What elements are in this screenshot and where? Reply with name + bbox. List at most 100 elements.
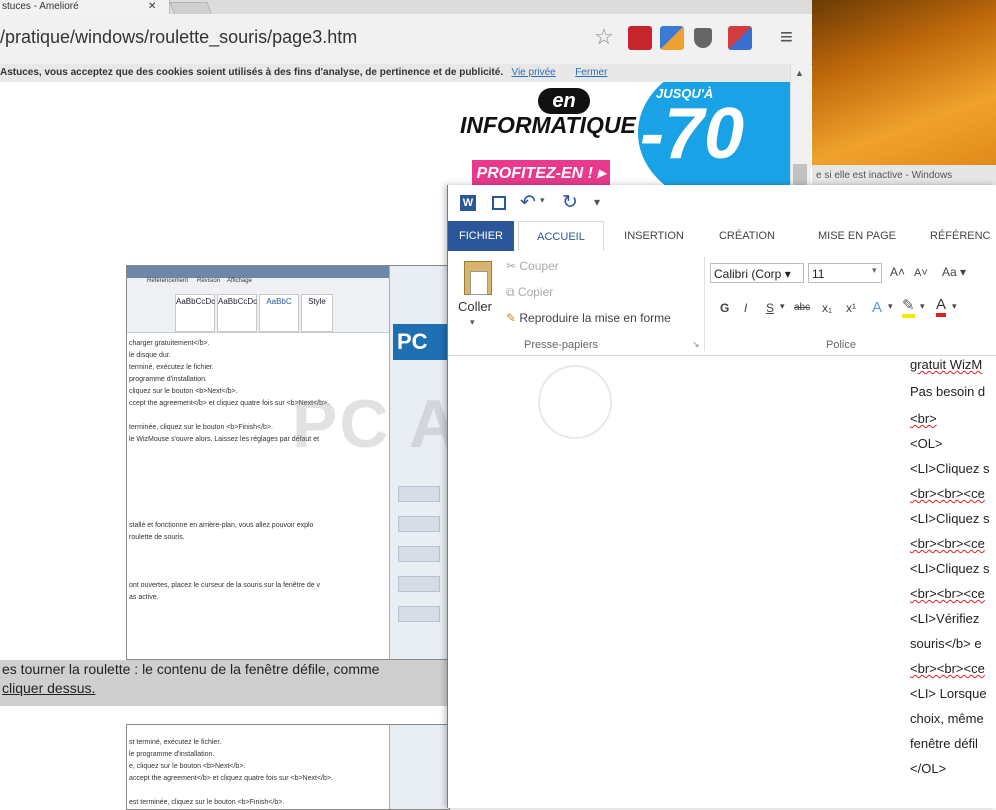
doc-line: charger gratuitement</b>.: [129, 340, 210, 347]
font-size-value: 11: [812, 267, 825, 281]
text-effects-icon[interactable]: A: [872, 299, 882, 316]
style-nospacing: AaBbCcDc: [217, 294, 257, 332]
doc-line[interactable]: </OL>: [910, 761, 946, 776]
doc-line-text: <br><br><ce: [910, 536, 985, 551]
tab-mise-en-page[interactable]: MISE EN PAGE: [812, 221, 902, 251]
screenshot-sidebar: [389, 725, 449, 809]
superscript-button[interactable]: x¹: [846, 301, 856, 315]
subscript-button[interactable]: x₁: [822, 301, 832, 315]
highlight-icon[interactable]: ✎: [902, 298, 915, 318]
shield-icon[interactable]: [694, 28, 712, 48]
grow-font-button[interactable]: A˄: [890, 265, 905, 279]
cut-button[interactable]: ✂ Couper: [506, 259, 559, 273]
italic-button[interactable]: I: [744, 301, 747, 315]
tab-creation[interactable]: CRÉATION: [712, 221, 782, 251]
underline-button[interactable]: S: [766, 301, 774, 315]
extension-colored-icon[interactable]: [728, 26, 752, 50]
doc-line-wizmouse[interactable]: gratuit WizM: [910, 357, 982, 372]
undo-icon[interactable]: ↶: [520, 191, 536, 214]
article-screenshot-2: st terminé, exécutez le fichier. le prog…: [126, 724, 450, 810]
desktop-wallpaper: [812, 0, 996, 165]
doc-line[interactable]: <LI>Cliquez s: [910, 561, 990, 576]
screenshot-tab: Référencement: [147, 278, 189, 284]
advertisement-banner[interactable]: en INFORMATIQUE JUSQU'À -70 PROFITEZ-EN …: [460, 82, 790, 192]
doc-line[interactable]: <br><br><ce: [910, 661, 985, 676]
ad-informatique-text: INFORMATIQUE: [460, 112, 636, 138]
save-icon[interactable]: [492, 196, 506, 210]
screenshot-tab: Révision: [197, 278, 221, 284]
customize-toolbar-icon[interactable]: ▾: [594, 195, 600, 209]
style-change: Style: [301, 294, 333, 332]
format-painter-button[interactable]: ✎ Reproduire la mise en forme: [506, 311, 671, 325]
paste-button[interactable]: Coller: [458, 299, 492, 314]
doc-line: stallé et fonctionne en arrière-plan, vo…: [129, 522, 314, 529]
doc-line: terminé, exécutez le fichier.: [129, 364, 214, 371]
font-color-icon[interactable]: A: [936, 297, 947, 317]
font-size-dropdown-icon[interactable]: ▾: [872, 265, 877, 276]
sidebar-block: [398, 486, 440, 502]
extension-puzzle-icon[interactable]: [660, 26, 684, 50]
redo-icon[interactable]: ↻: [562, 191, 578, 214]
url-text[interactable]: /pratique/windows/roulette_souris/page3.…: [0, 22, 600, 52]
background-window-strip: e si elle est inactive - Windows: [812, 165, 996, 187]
doc-line[interactable]: fenêtre défil: [910, 736, 978, 751]
doc-line[interactable]: Pas besoin d: [910, 384, 985, 399]
doc-line-text: <br>: [910, 411, 937, 426]
shrink-font-button[interactable]: A˅: [914, 267, 928, 279]
strikethrough-button[interactable]: abc: [794, 302, 810, 313]
tab-close-icon[interactable]: ✕: [148, 0, 156, 14]
cookie-close-link[interactable]: Fermer: [575, 67, 607, 78]
change-case-button[interactable]: Aa ▾: [942, 265, 966, 279]
tab-title: stuces - Amelioré: [2, 1, 79, 12]
sidebar-block: [398, 546, 440, 562]
doc-line[interactable]: choix, même: [910, 711, 984, 726]
tab-insertion[interactable]: INSERTION: [614, 221, 694, 251]
font-name-value: Calibri (Corp: [714, 267, 782, 281]
bold-button[interactable]: G: [720, 301, 729, 315]
doc-line[interactable]: souris</b> e: [910, 636, 982, 651]
tab-references[interactable]: RÉFÉRENC: [930, 221, 996, 251]
font-size-select[interactable]: 11: [808, 263, 882, 283]
extension-red-icon[interactable]: [628, 26, 652, 50]
copy-button[interactable]: ⧉ Copier: [506, 285, 553, 300]
doc-line[interactable]: <br>: [910, 411, 937, 426]
undo-dropdown-icon[interactable]: ▾: [540, 195, 545, 206]
doc-line[interactable]: <LI>Cliquez s: [910, 511, 990, 526]
tab-accueil[interactable]: ACCUEIL: [518, 221, 604, 251]
doc-line[interactable]: <br><br><ce: [910, 586, 985, 601]
text-effects-dropdown-icon[interactable]: ▾: [888, 301, 893, 312]
clipboard-group-label: Presse-papiers: [524, 339, 598, 351]
doc-line[interactable]: <OL>: [910, 436, 943, 451]
font-color-dropdown-icon[interactable]: ▾: [952, 301, 957, 312]
scrollbar-thumb[interactable]: [793, 164, 807, 186]
style-normal: AaBbCcDc: [175, 294, 215, 332]
highlight-dropdown-icon[interactable]: ▾: [920, 301, 925, 312]
privacy-link[interactable]: Vie privée: [511, 67, 555, 78]
paragraph-line-1: es tourner la roulette : le contenu de l…: [2, 661, 380, 677]
browser-tab[interactable]: stuces - Amelioré: [0, 0, 170, 14]
word-app-icon[interactable]: W: [460, 195, 476, 211]
doc-line[interactable]: <LI> Lorsque: [910, 686, 987, 701]
copy-icon: ⧉: [506, 285, 518, 299]
scroll-up-icon[interactable]: ▲: [795, 68, 804, 78]
bookmark-star-icon[interactable]: ☆: [594, 24, 614, 50]
doc-line[interactable]: <br><br><ce: [910, 486, 985, 501]
cut-label: Couper: [519, 259, 559, 273]
paragraph-line-2: cliquer dessus.: [2, 680, 96, 696]
tab-fichier[interactable]: FICHIER: [448, 221, 514, 251]
doc-line-text: <br><br><ce: [910, 586, 985, 601]
doc-line[interactable]: <br><br><ce: [910, 536, 985, 551]
clipboard-launcher-icon[interactable]: ↘: [692, 339, 700, 350]
doc-line-text: gratuit WizM: [910, 357, 983, 372]
ad-cta-button[interactable]: PROFITEZ-EN ! ▸: [472, 160, 610, 188]
font-name-select[interactable]: Calibri (Corp ▾: [710, 263, 804, 283]
paste-dropdown-icon[interactable]: ▾: [470, 317, 475, 328]
browser-menu-icon[interactable]: ≡: [780, 24, 793, 50]
style-title: AaBbC: [259, 294, 299, 332]
doc-line[interactable]: <LI>Cliquez s: [910, 461, 990, 476]
doc-line[interactable]: <LI>Vérifiez: [910, 611, 979, 626]
sidebar-block: [398, 606, 440, 622]
doc-line: accept the agreement</b> et cliquez quat…: [129, 775, 333, 782]
underline-dropdown-icon[interactable]: ▾: [780, 301, 785, 312]
screenshot-tab: Affichage: [227, 278, 252, 284]
